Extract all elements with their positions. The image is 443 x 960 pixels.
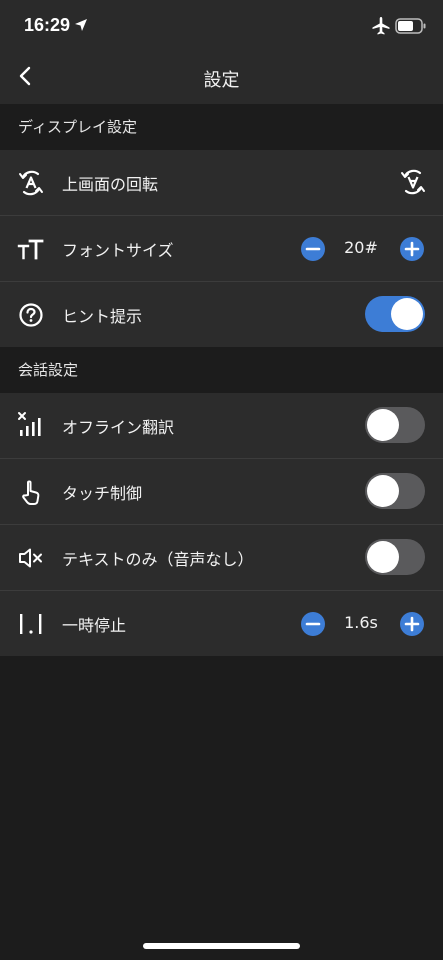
navigation-bar: 設定 (0, 52, 443, 104)
touch-control-label: タッチ制御 (62, 484, 143, 503)
font-size-value: 20# (344, 238, 378, 257)
minus-icon (305, 622, 321, 626)
hand-tap-icon (16, 477, 46, 507)
home-indicator[interactable] (143, 943, 300, 949)
touch-control-toggle[interactable] (365, 473, 425, 509)
text-only-toggle[interactable] (365, 539, 425, 575)
toggle-knob (367, 541, 399, 573)
pause-increase-button[interactable] (400, 612, 424, 636)
row-offline-translation: オフライン翻訳 (0, 393, 443, 458)
row-touch-control: タッチ制御 (0, 459, 443, 524)
offline-translation-label: オフライン翻訳 (62, 418, 175, 437)
toggle-knob (367, 475, 399, 507)
offline-translation-toggle[interactable] (365, 407, 425, 443)
rotate-a-icon (401, 169, 425, 195)
row-text-only: テキストのみ（音声なし） (0, 525, 443, 590)
text-only-label: テキストのみ（音声なし） (62, 550, 254, 569)
settings-screen: 16:29 設定 ディスプレイ設定 上画面の回転 フォントサイズ 20# ヒント… (0, 0, 443, 960)
pause-interval-value: 1.6s (344, 613, 378, 632)
page-title: 設定 (203, 70, 240, 91)
minus-icon (305, 247, 321, 251)
status-time: 16:29 (24, 15, 71, 35)
pause-interval-label: 一時停止 (62, 616, 127, 635)
pause-interval-icon (16, 609, 46, 639)
rotate-a-button[interactable] (398, 167, 428, 197)
row-font-size: フォントサイズ 20# (0, 216, 443, 281)
location-arrow-icon (74, 17, 88, 36)
plus-icon (404, 616, 420, 632)
row-pause-interval: 一時停止 1.6s (0, 591, 443, 656)
plus-icon (404, 241, 420, 257)
rotate-screen-label: 上画面の回転 (62, 175, 159, 194)
toggle-knob (367, 409, 399, 441)
font-size-decrease-button[interactable] (301, 237, 325, 261)
airplane-icon (371, 16, 391, 40)
section-header-conversation: 会話設定 (0, 347, 443, 393)
row-rotate-screen[interactable]: 上画面の回転 (0, 150, 443, 215)
status-bar: 16:29 (0, 0, 443, 52)
hints-label: ヒント提示 (62, 307, 143, 326)
section-header-display: ディスプレイ設定 (0, 104, 443, 150)
font-size-label: フォントサイズ (62, 241, 174, 260)
battery-icon (395, 18, 427, 38)
pause-decrease-button[interactable] (301, 612, 325, 636)
toggle-knob (391, 298, 423, 330)
speaker-mute-icon (16, 543, 46, 573)
no-signal-icon (16, 411, 46, 441)
font-size-icon (16, 234, 46, 264)
font-size-increase-button[interactable] (400, 237, 424, 261)
row-hints: ヒント提示 (0, 282, 443, 347)
question-circle-icon (16, 300, 46, 330)
hints-toggle[interactable] (365, 296, 425, 332)
rotate-a-icon (16, 168, 46, 198)
